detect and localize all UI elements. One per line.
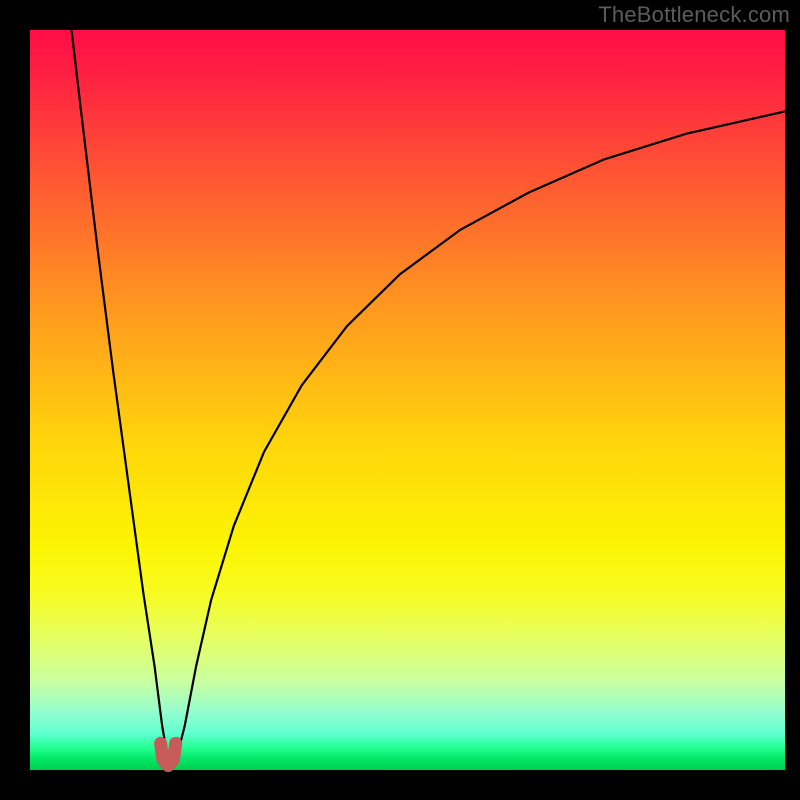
chart-frame: TheBottleneck.com xyxy=(0,0,800,800)
watermark-label: TheBottleneck.com xyxy=(598,2,790,28)
chart-minimum-marker xyxy=(30,30,785,770)
